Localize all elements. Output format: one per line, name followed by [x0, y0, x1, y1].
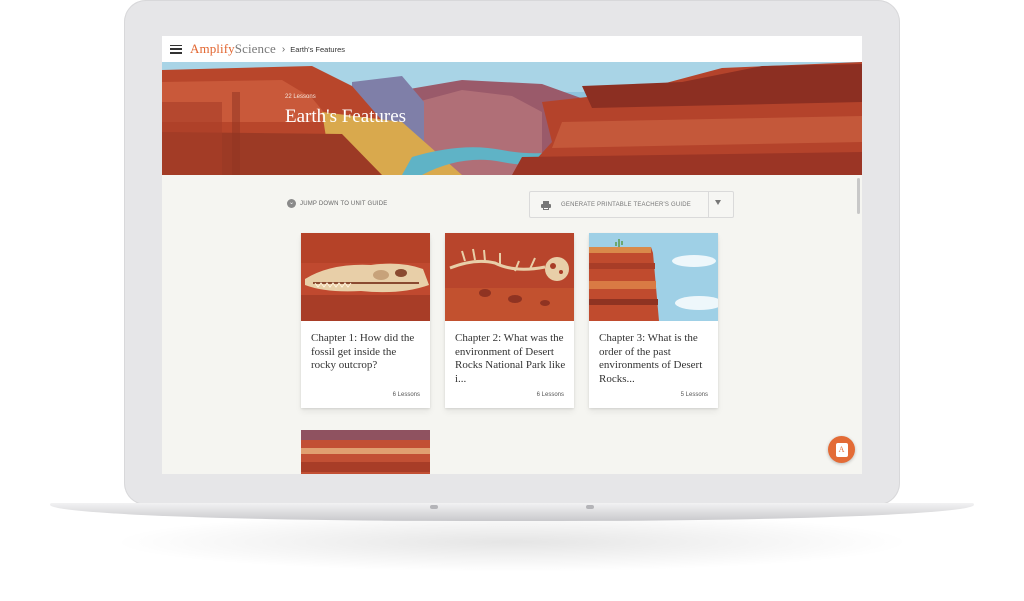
breadcrumb-current[interactable]: Earth's Features: [290, 45, 345, 54]
chapter-3-title: Chapter 3: What is the order of the past…: [599, 332, 703, 385]
chapter-1-lessons: 6 Lessons: [392, 392, 420, 398]
amplify-help-button[interactable]: A: [828, 436, 855, 463]
brand-logo[interactable]: AmplifyScience: [190, 41, 276, 57]
breadcrumb-separator: ›: [281, 43, 286, 55]
chapter-card-1[interactable]: Chapter 1: How did the fossil get inside…: [301, 233, 430, 408]
scrollbar[interactable]: [857, 178, 860, 214]
screen: AmplifyScience › Earth's Features 22 Les…: [162, 36, 862, 474]
chapter-3-image: [589, 233, 718, 321]
laptop-hinge: [586, 505, 594, 509]
chapter-3-lessons: 5 Lessons: [680, 392, 708, 398]
chapter-1-image: [301, 233, 430, 321]
chevron-down-icon: ⌄: [287, 199, 296, 208]
generate-teacher-guide-button[interactable]: GENERATE PRINTABLE TEACHER'S GUIDE: [529, 191, 734, 218]
jump-to-unit-guide-link[interactable]: ⌄ JUMP DOWN TO UNIT GUIDE: [287, 199, 388, 208]
chapter-card-2[interactable]: Chapter 2: What was the environment of D…: [445, 233, 574, 408]
chapter-2-title: Chapter 2: What was the environment of D…: [455, 332, 566, 385]
amplify-logo-icon: A: [835, 442, 848, 457]
unit-title: Earth's Features: [285, 106, 407, 127]
canyon-illustration: [162, 62, 862, 175]
chapter-card-3[interactable]: Chapter 3: What is the order of the past…: [589, 233, 718, 408]
button-divider: [708, 192, 709, 217]
laptop-hinge: [430, 505, 438, 509]
chapter-1-title: Chapter 1: How did the fossil get inside…: [311, 332, 415, 372]
generate-label: GENERATE PRINTABLE TEACHER'S GUIDE: [561, 201, 691, 208]
top-bar: AmplifyScience › Earth's Features: [162, 36, 862, 62]
brand-part-1: Amplify: [190, 41, 235, 56]
jump-label: JUMP DOWN TO UNIT GUIDE: [300, 200, 388, 207]
unit-hero-banner: 22 Lessons Earth's Features: [162, 62, 862, 175]
chapter-2-lessons: 6 Lessons: [536, 392, 564, 398]
chapter-4-image: [301, 430, 430, 474]
laptop-shadow: [110, 512, 914, 572]
chapter-card-4[interactable]: [301, 430, 430, 474]
menu-icon[interactable]: [170, 44, 182, 54]
caret-down-icon[interactable]: [715, 200, 721, 205]
chapter-2-image: [445, 233, 574, 321]
printer-icon: [541, 200, 551, 210]
unit-lesson-count: 22 Lessons: [285, 94, 316, 100]
brand-part-2: Science: [234, 41, 276, 56]
